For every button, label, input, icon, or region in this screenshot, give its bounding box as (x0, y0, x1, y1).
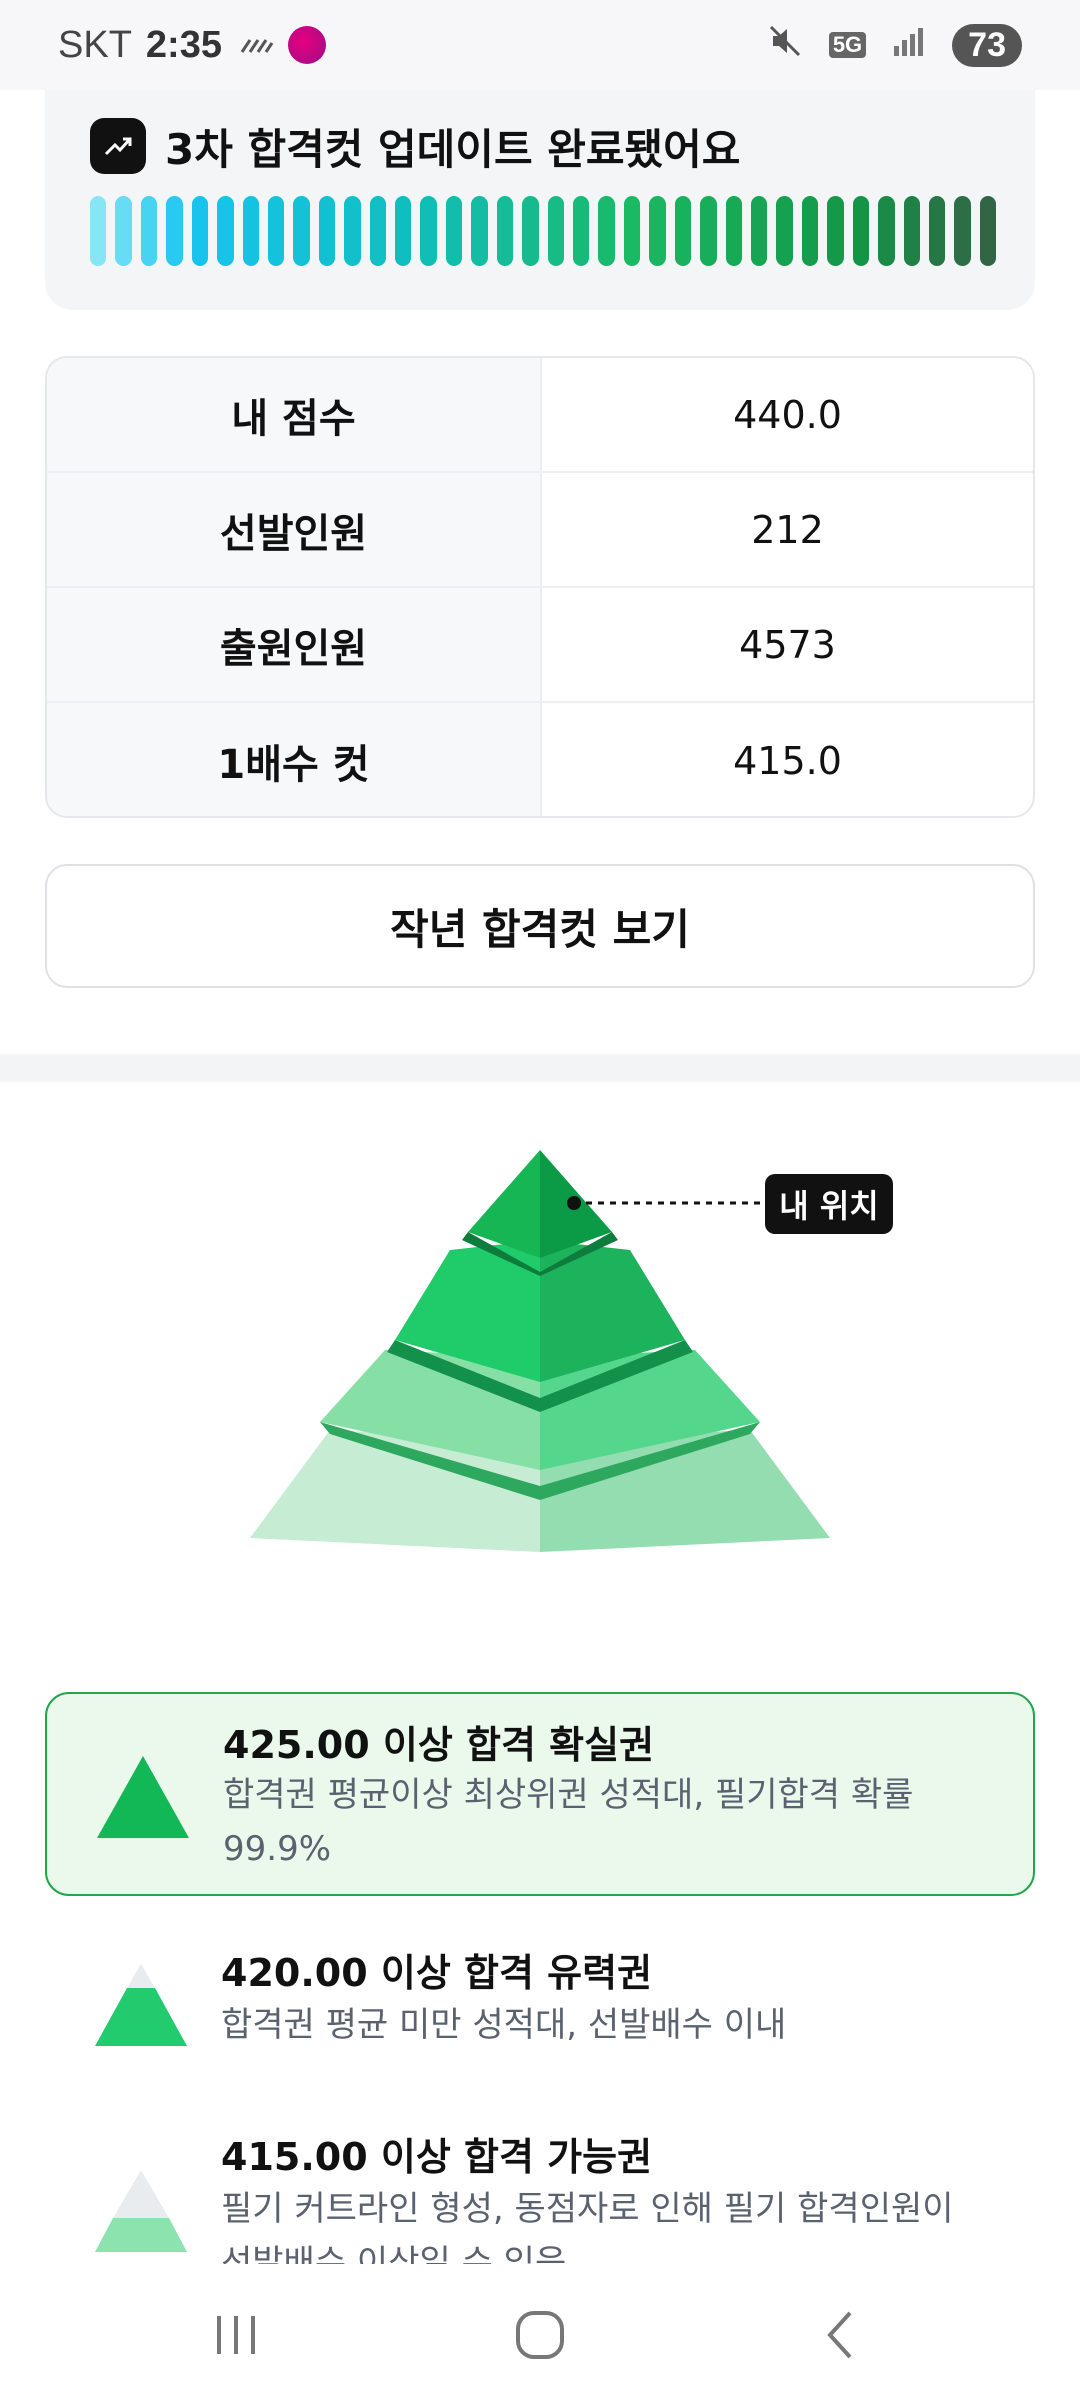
app-notification-icon (287, 26, 326, 64)
progress-segment (445, 196, 463, 266)
progress-segment (115, 196, 132, 266)
row-label: 출원인원 (47, 588, 542, 701)
tier-title: 415.00 이상 합격 가능권 (221, 2135, 653, 2179)
progress-segment (623, 196, 641, 266)
progress-segment (801, 196, 819, 266)
progress-segment (293, 196, 310, 266)
tier-description: 합격권 평균이상 최상위권 성적대, 필기합격 확률 99.9% (223, 1775, 914, 1869)
row-label: 선발인원 (47, 473, 542, 586)
network-type-icon: 5G (828, 32, 867, 58)
progress-segment (344, 196, 361, 266)
last-year-cutoff-button[interactable]: 작년 합격컷 보기 (45, 864, 1035, 988)
trending-up-icon (90, 118, 146, 174)
tier-icon (97, 1756, 189, 1838)
row-value: 440.0 (733, 392, 842, 437)
back-button[interactable] (800, 2300, 880, 2370)
progress-segment (725, 196, 742, 266)
section-divider (0, 1054, 1080, 1082)
row-value: 415.0 (733, 738, 842, 783)
progress-segment (700, 196, 717, 266)
progress-segment (979, 196, 997, 266)
status-bar: SKT 2:35 5G 73 (0, 0, 1080, 90)
progress-segment (496, 196, 514, 266)
system-nav-bar (0, 2270, 1080, 2400)
progress-segment (598, 196, 615, 266)
tier-likely[interactable]: 420.00 이상 합격 유력권 합격권 평균 미만 성적대, 선발배수 이내 (45, 1930, 1035, 2080)
progress-segment (140, 196, 158, 266)
progress-segment (420, 196, 437, 266)
tier-possible[interactable]: 415.00 이상 합격 가능권 필기 커트라인 형성, 동점자로 인해 필기 … (45, 2114, 1035, 2264)
progress-segment (242, 196, 259, 266)
tier-title: 420.00 이상 합격 유력권 (221, 1951, 653, 1995)
tier-description: 필기 커트라인 형성, 동점자로 인해 필기 합격인원이 선발배수 이상일 수 … (221, 2189, 954, 2264)
mute-icon (767, 23, 803, 68)
tier-title: 425.00 이상 합격 확실권 (223, 1723, 655, 1767)
progress-segment (852, 196, 870, 266)
carrier-label: SKT (58, 23, 132, 66)
row-value: 212 (751, 507, 824, 552)
recent-apps-button[interactable] (196, 2300, 276, 2370)
tier-description: 합격권 평균 미만 성적대, 선발배수 이내 (221, 2005, 787, 2045)
tier-icon (95, 2170, 187, 2252)
progress-segment (878, 196, 895, 266)
progress-segment (267, 196, 285, 266)
tier-icon (95, 1964, 187, 2046)
progress-segment (827, 196, 844, 266)
progress-segment (750, 196, 768, 266)
progress-segment (395, 196, 412, 266)
data-activity-icon (240, 29, 274, 61)
score-table: 내 점수 440.0 선발인원 212 출원인원 4573 1배수 컷 415.… (45, 356, 1035, 818)
progress-segment (954, 196, 971, 266)
progress-segment (191, 196, 209, 266)
progress-segment (776, 196, 793, 266)
table-row: 1배수 컷 415.0 (47, 703, 1033, 816)
clock: 2:35 (145, 23, 222, 66)
update-card: 3차 합격컷 업데이트 완료됐어요 (45, 90, 1035, 310)
progress-segment (674, 196, 692, 266)
signal-icon (892, 26, 926, 65)
progress-segment (318, 196, 336, 266)
row-value: 4573 (739, 622, 836, 667)
progress-segment (522, 196, 539, 266)
update-title: 3차 합격컷 업데이트 완료됐어요 (165, 125, 741, 174)
progress-segment (928, 196, 946, 266)
update-progress-bar (90, 196, 997, 266)
table-row: 선발인원 212 (47, 473, 1033, 588)
tier-certain[interactable]: 425.00 이상 합격 확실권 합격권 평균이상 최상위권 성적대, 필기합격… (45, 1692, 1035, 1896)
progress-segment (471, 196, 488, 266)
progress-segment (90, 196, 107, 266)
progress-segment (369, 196, 387, 266)
row-label: 내 점수 (47, 358, 542, 471)
table-row: 내 점수 440.0 (47, 358, 1033, 473)
progress-segment (903, 196, 920, 266)
table-row: 출원인원 4573 (47, 588, 1033, 703)
progress-segment (547, 196, 565, 266)
progress-segment (649, 196, 666, 266)
progress-segment (573, 196, 590, 266)
home-button[interactable] (500, 2300, 580, 2370)
row-label: 1배수 컷 (47, 703, 542, 816)
my-position-label: 내 위치 (765, 1174, 893, 1234)
pyramid-illustration (250, 1150, 830, 1552)
battery-indicator: 73 (952, 23, 1022, 67)
progress-segment (217, 196, 234, 266)
progress-segment (166, 196, 183, 266)
